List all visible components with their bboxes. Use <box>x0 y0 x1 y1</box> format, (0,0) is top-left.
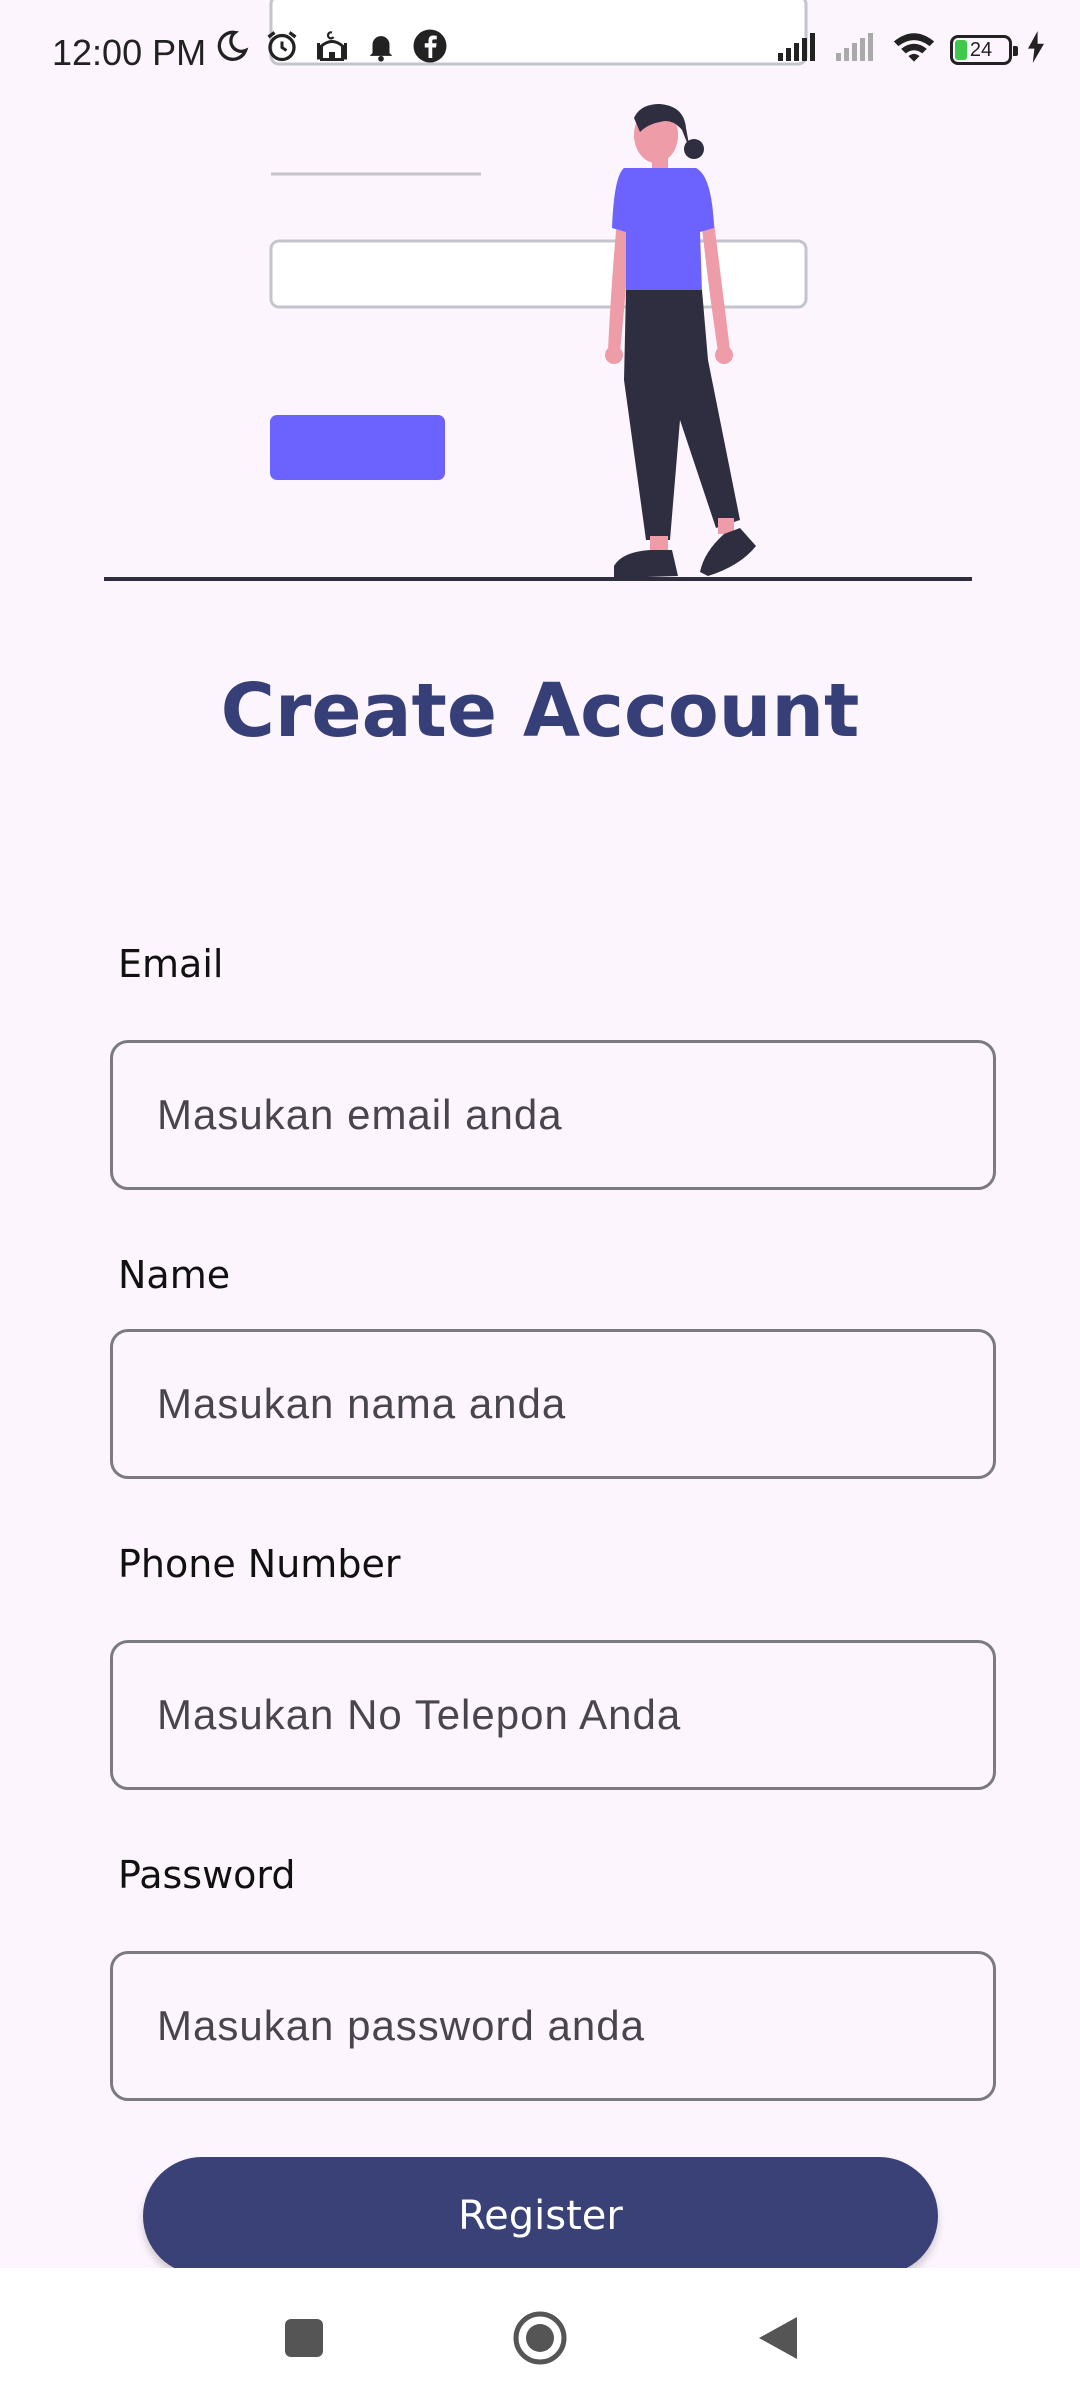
bell-icon <box>364 29 398 68</box>
charging-icon <box>1026 31 1046 68</box>
facebook-icon <box>412 28 448 69</box>
woman-figure <box>605 104 756 578</box>
page-title: Create Account <box>220 668 860 754</box>
phone-input[interactable] <box>110 1640 996 1790</box>
signal-icon <box>776 31 820 68</box>
alarm-icon <box>264 28 300 69</box>
moon-icon <box>214 28 250 69</box>
password-label: Password <box>118 1853 296 1897</box>
back-button[interactable] <box>748 2308 808 2368</box>
signal-weak-icon <box>834 31 878 68</box>
illustration-input-box <box>269 239 808 309</box>
email-label: Email <box>118 942 224 986</box>
home-button[interactable] <box>510 2308 570 2368</box>
battery-icon: 24 <box>950 34 1018 65</box>
battery-tip <box>1013 45 1018 56</box>
status-icons-left <box>214 28 448 69</box>
name-input[interactable] <box>110 1329 996 1479</box>
battery-level: 24 <box>969 38 993 61</box>
recents-button[interactable] <box>274 2308 334 2368</box>
email-input[interactable] <box>110 1040 996 1190</box>
back-icon <box>759 2317 797 2359</box>
phone-label: Phone Number <box>118 1542 401 1586</box>
illustration-button <box>270 415 445 480</box>
recents-icon <box>285 2319 323 2357</box>
wifi-icon <box>892 30 936 69</box>
status-icons-right: 24 <box>776 30 1046 69</box>
name-label: Name <box>118 1253 231 1297</box>
mosque-icon <box>314 28 350 69</box>
home-icon <box>513 2311 567 2365</box>
navigation-bar <box>0 2268 1080 2400</box>
password-input[interactable] <box>110 1951 996 2101</box>
register-button[interactable]: Register <box>143 2157 938 2275</box>
status-bar: 12:00 PM 24 <box>0 0 1080 110</box>
status-time: 12:00 PM <box>52 32 207 73</box>
